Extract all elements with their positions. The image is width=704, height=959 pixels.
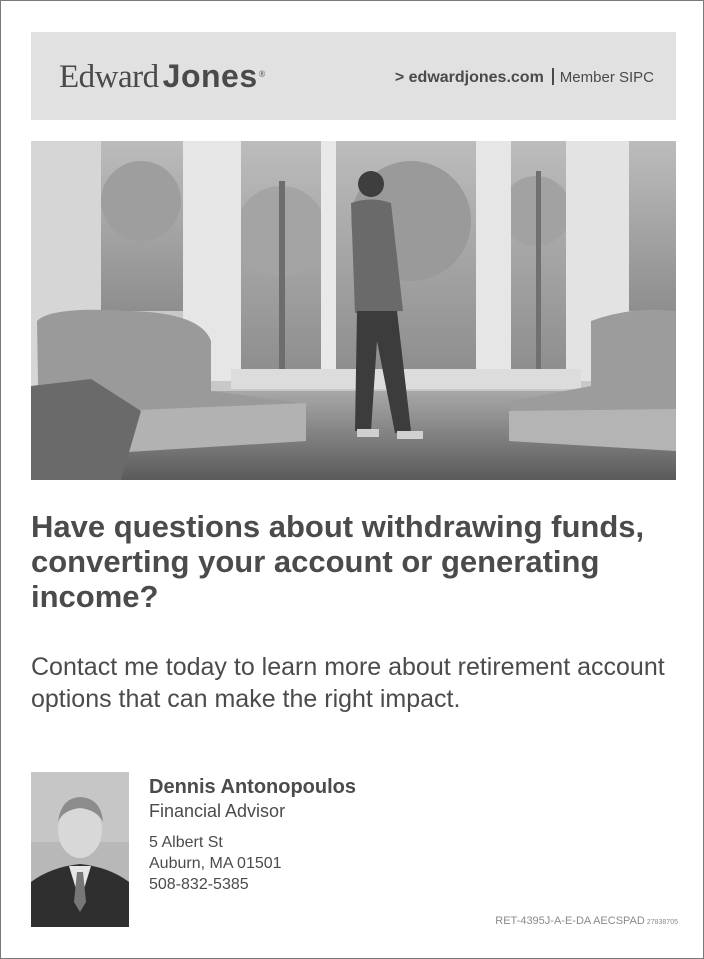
logo-word-jones: Jones [162,58,258,94]
edward-jones-logo: Edward Jones® [59,56,265,96]
website-link[interactable]: > edwardjones.com [395,69,544,86]
logo-word-edward: Edward [59,59,159,95]
registered-mark: ® [258,69,266,79]
advisor-info: Dennis Antonopoulos Financial Advisor 5 … [149,775,356,895]
advisor-portrait [31,772,129,927]
hero-photo [31,141,676,480]
header-links: > edwardjones.com Member SIPC [395,68,654,88]
headline: Have questions about withdrawing funds, … [31,509,645,614]
member-sipc: Member SIPC [559,69,654,86]
code-small: 27838705 [646,919,678,926]
advisor-street: 5 Albert St [149,834,223,851]
advisor-city: Auburn, MA 01501 [149,855,282,872]
header-divider [551,68,554,85]
header-banner: Edward Jones® > edwardjones.com Member SIP… [31,32,676,120]
advisor-phone[interactable]: 508-832-5385 [149,874,356,895]
subheadline: Contact me today to learn more about ret… [31,653,665,713]
advisor-address: 5 Albert St Auburn, MA 01501 508-832-538… [149,832,356,895]
code-main: RET-4395J-A-E-DA AECSPAD [495,915,645,927]
document-code: RET-4395J-A-E-DA AECSPAD 27838705 [495,915,678,927]
advisor-name: Dennis Antonopoulos [149,776,357,798]
advisor-title: Financial Advisor [149,801,286,821]
